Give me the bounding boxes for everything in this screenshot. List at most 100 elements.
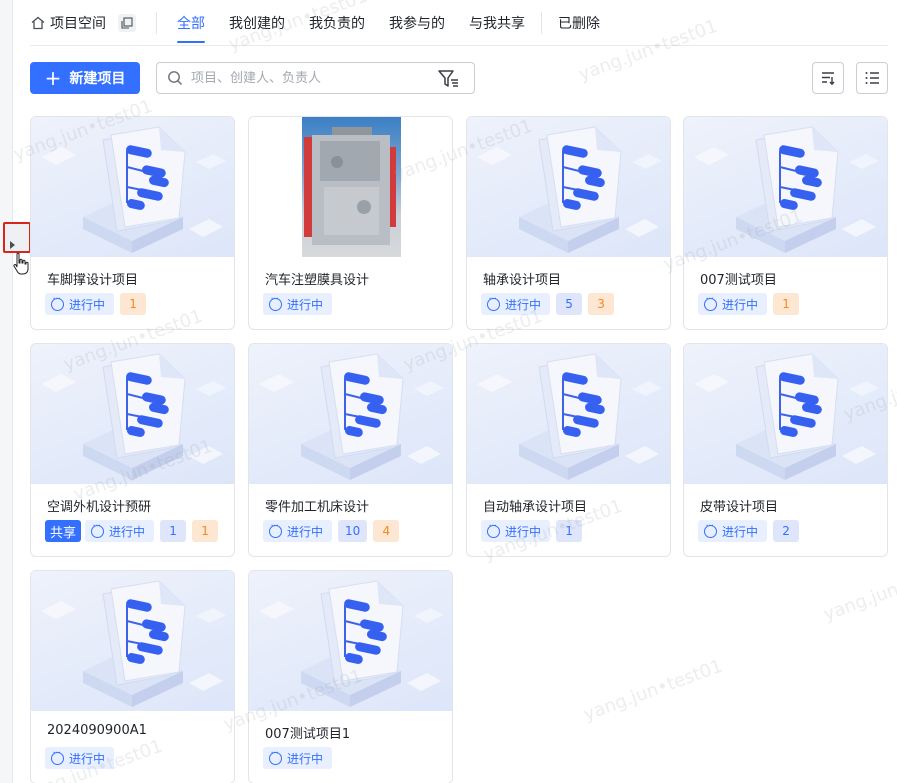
project-tags: 进行中 bbox=[45, 747, 120, 769]
project-card[interactable]: 自动轴承设计项目进行中 1 bbox=[466, 343, 671, 557]
project-title: 007测试项目1 bbox=[265, 727, 351, 742]
project-title: 零件加工机床设计 bbox=[265, 500, 370, 515]
status-icon bbox=[269, 294, 282, 311]
project-card[interactable]: 007测试项目1 进行中 bbox=[248, 570, 453, 783]
status-badge: 进行中 bbox=[85, 520, 155, 542]
space-label: 项目空间 bbox=[50, 15, 106, 32]
status-badge: 进行中 bbox=[263, 520, 333, 542]
issue-count-badge: 1 bbox=[192, 520, 219, 542]
watermark-text: yang.jun•test01 bbox=[580, 655, 726, 726]
search-box[interactable] bbox=[156, 62, 475, 94]
project-thumbnail bbox=[249, 571, 452, 711]
project-card[interactable]: 皮带设计项目进行中 2 bbox=[683, 343, 888, 557]
new-project-label: 新建项目 bbox=[69, 71, 126, 87]
expand-arrow-icon bbox=[9, 240, 15, 249]
left-rail bbox=[0, 0, 13, 783]
project-doc-icon bbox=[31, 117, 234, 257]
project-doc-icon bbox=[31, 571, 234, 711]
status-icon bbox=[269, 521, 282, 538]
status-label: 进行中 bbox=[69, 751, 106, 766]
project-card[interactable]: 2024090900A1 进行中 bbox=[30, 570, 235, 783]
project-card[interactable]: 空调外机设计预研共享 进行中 11 bbox=[30, 343, 235, 557]
status-icon bbox=[91, 521, 105, 538]
tab-shared-with-me[interactable]: 与我共享 bbox=[469, 0, 525, 46]
new-project-button[interactable]: + 新建项目 bbox=[30, 62, 140, 94]
project-doc-icon bbox=[684, 344, 887, 484]
tab-owned-by-me[interactable]: 我负责的 bbox=[309, 0, 365, 46]
project-card[interactable]: 零件加工机床设计进行中 104 bbox=[248, 343, 453, 557]
status-badge: 进行中 bbox=[263, 293, 333, 315]
status-icon bbox=[487, 521, 500, 538]
list-view-icon bbox=[865, 72, 879, 84]
tab-all[interactable]: 全部 bbox=[177, 0, 205, 46]
sort-button[interactable] bbox=[812, 62, 844, 94]
hand-cursor-icon bbox=[13, 252, 29, 275]
project-thumbnail bbox=[249, 117, 452, 257]
task-count-badge: 2 bbox=[773, 520, 800, 542]
status-badge: 进行中 bbox=[698, 520, 768, 542]
project-tags: 进行中 bbox=[263, 293, 338, 315]
issue-count-badge: 1 bbox=[773, 293, 800, 315]
project-thumbnail bbox=[684, 117, 887, 257]
status-badge: 进行中 bbox=[45, 293, 115, 315]
header-divider bbox=[156, 11, 157, 34]
status-badge: 进行中 bbox=[45, 747, 115, 769]
task-count-badge: 1 bbox=[556, 520, 583, 542]
project-tags: 进行中 1 bbox=[45, 293, 152, 315]
home-icon bbox=[31, 16, 45, 29]
project-thumbnail bbox=[467, 344, 670, 484]
status-icon bbox=[704, 521, 717, 538]
project-thumbnail bbox=[31, 117, 234, 257]
list-view-button[interactable] bbox=[856, 62, 888, 94]
task-count-badge: 5 bbox=[556, 293, 583, 315]
project-title: 皮带设计项目 bbox=[700, 500, 779, 515]
task-count-badge: 10 bbox=[338, 520, 368, 542]
project-card[interactable]: 车脚撑设计项目进行中 1 bbox=[30, 116, 235, 330]
sidebar-expand-handle[interactable] bbox=[3, 222, 31, 253]
filter-icon[interactable] bbox=[438, 69, 460, 89]
project-thumbnail bbox=[249, 344, 452, 484]
tab-created-by-me[interactable]: 我创建的 bbox=[229, 0, 285, 46]
project-tags: 进行中 2 bbox=[698, 520, 805, 542]
tab-participating[interactable]: 我参与的 bbox=[389, 0, 445, 46]
project-tags: 共享 进行中 11 bbox=[45, 520, 224, 542]
project-tags: 进行中 bbox=[263, 747, 338, 769]
copy-icon[interactable] bbox=[118, 13, 136, 32]
task-count-badge: 1 bbox=[160, 520, 187, 542]
project-doc-icon bbox=[249, 344, 452, 484]
status-icon bbox=[487, 294, 500, 311]
project-thumbnail bbox=[31, 344, 234, 484]
tab-deleted[interactable]: 已删除 bbox=[558, 0, 600, 46]
watermark-text: yang.jun•test01 bbox=[820, 555, 897, 626]
project-card[interactable]: 007测试项目进行中 1 bbox=[683, 116, 888, 330]
status-label: 进行中 bbox=[722, 297, 759, 312]
status-label: 进行中 bbox=[505, 297, 542, 312]
tab-divider bbox=[541, 11, 542, 34]
issue-count-badge: 4 bbox=[373, 520, 400, 542]
plus-icon: + bbox=[44, 66, 62, 90]
project-doc-icon bbox=[684, 117, 887, 257]
status-badge: 进行中 bbox=[481, 293, 551, 315]
project-title: 汽车注塑膜具设计 bbox=[265, 273, 370, 288]
project-doc-icon bbox=[249, 571, 452, 711]
search-input[interactable] bbox=[191, 70, 431, 86]
project-tags: 进行中 104 bbox=[263, 520, 405, 542]
status-label: 进行中 bbox=[287, 751, 324, 766]
project-doc-icon bbox=[467, 344, 670, 484]
project-title: 自动轴承设计项目 bbox=[483, 500, 588, 515]
project-doc-icon bbox=[31, 344, 234, 484]
project-title: 2024090900A1 bbox=[47, 723, 147, 738]
toolbar: + 新建项目 bbox=[30, 62, 888, 94]
project-cover-image bbox=[302, 117, 401, 257]
search-icon bbox=[168, 71, 183, 86]
project-thumbnail bbox=[31, 571, 234, 711]
status-badge: 进行中 bbox=[263, 747, 333, 769]
project-doc-icon bbox=[467, 117, 670, 257]
project-title: 007测试项目 bbox=[700, 273, 777, 288]
project-card[interactable]: 汽车注塑膜具设计进行中 bbox=[248, 116, 453, 330]
status-label: 进行中 bbox=[287, 524, 324, 539]
project-card[interactable]: 轴承设计项目进行中 53 bbox=[466, 116, 671, 330]
project-title: 空调外机设计预研 bbox=[47, 500, 152, 515]
status-icon bbox=[51, 294, 64, 311]
sort-icon bbox=[822, 72, 835, 86]
